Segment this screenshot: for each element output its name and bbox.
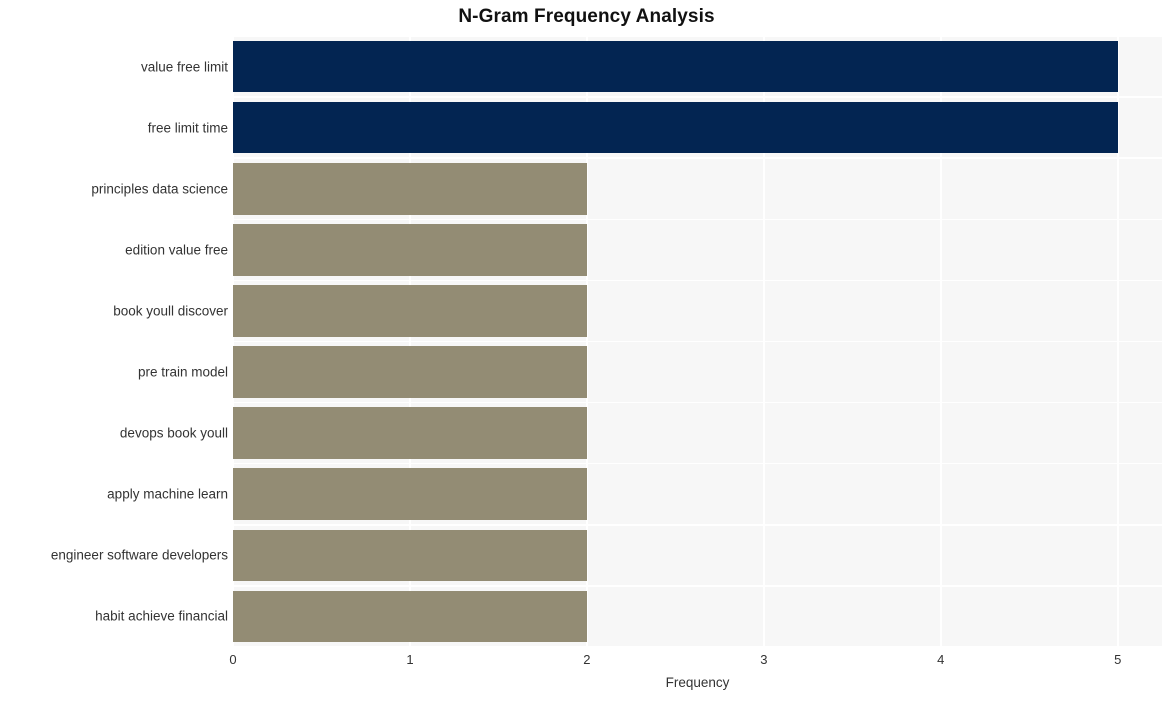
gridline-horizontal-3: [233, 218, 1162, 221]
gridline-horizontal-6: [233, 401, 1162, 404]
x-axis-tick-label: 5: [1114, 652, 1122, 667]
bar[interactable]: [233, 346, 587, 398]
bar[interactable]: [233, 407, 587, 459]
gridline-horizontal-5: [233, 340, 1162, 343]
x-axis-tick-label: 2: [583, 652, 591, 667]
y-axis-tick-label: engineer software developers: [50, 547, 228, 563]
x-axis-tick-label: 0: [229, 652, 237, 667]
y-axis-tick-label: pre train model: [137, 364, 228, 380]
y-axis-tick-label: edition value free: [125, 242, 228, 258]
gridline-horizontal-4: [233, 279, 1162, 282]
chart-figure: N-Gram Frequency Analysis value free lim…: [0, 0, 1173, 701]
chart-title: N-Gram Frequency Analysis: [458, 6, 715, 27]
y-axis-tick-label: principles data science: [91, 181, 228, 197]
gridline-horizontal-1: [233, 96, 1162, 98]
y-axis-tick-label: devops book youll: [119, 425, 228, 441]
y-axis-tick-label: free limit time: [147, 120, 228, 136]
gridline-horizontal-0: [233, 35, 1162, 37]
bar[interactable]: [233, 162, 587, 215]
y-axis-tick-label: habit achieve financial: [95, 608, 228, 624]
gridline-horizontal-2: [233, 157, 1162, 159]
y-axis-tick-label: apply machine learn: [107, 486, 228, 502]
gridline-horizontal-8: [233, 524, 1162, 526]
bar[interactable]: [233, 101, 1118, 154]
x-axis-tick-label: 3: [760, 652, 768, 667]
y-axis-tick-label: book youll discover: [113, 303, 228, 319]
bar[interactable]: [233, 285, 587, 337]
bar[interactable]: [233, 590, 587, 643]
bar[interactable]: [233, 224, 587, 276]
plot-area: [232, 35, 1162, 648]
bar[interactable]: [233, 529, 587, 582]
x-axis-tick-label: 1: [406, 652, 414, 667]
bar[interactable]: [233, 40, 1118, 93]
gridline-horizontal-10: [233, 646, 1162, 648]
bar[interactable]: [233, 468, 587, 521]
y-axis-tick-label: value free limit: [140, 59, 228, 75]
gridline-horizontal-9: [233, 585, 1162, 587]
x-axis-tick-label: 4: [937, 652, 945, 667]
x-axis-label: Frequency: [665, 675, 730, 690]
gridline-horizontal-7: [233, 462, 1162, 465]
